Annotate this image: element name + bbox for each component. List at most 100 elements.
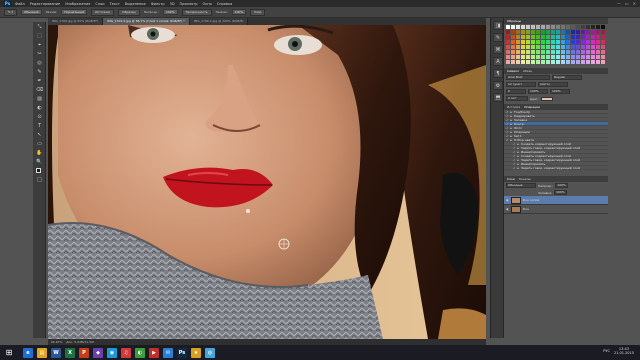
color-swatch[interactable] [561,40,565,44]
color-swatch[interactable] [566,30,570,34]
color-swatch[interactable] [541,55,545,59]
color-swatch[interactable] [546,40,550,44]
source-button[interactable]: Источник [91,8,115,16]
menu-select[interactable]: Выделение [125,2,146,6]
color-swatch[interactable] [536,45,540,49]
color-swatch[interactable] [516,35,520,39]
font-family-select[interactable]: Arial Bold [506,75,550,80]
color-swatch[interactable] [551,50,555,54]
start-button-icon[interactable]: ⊞ [3,347,15,359]
color-swatch[interactable] [596,35,600,39]
color-swatch[interactable] [556,45,560,49]
preset-field[interactable]: Обычный [20,9,42,15]
color-swatch[interactable] [576,35,580,39]
color-swatch[interactable] [561,45,565,49]
brush-panel-icon[interactable]: ✎ [493,33,503,42]
color-swatch[interactable] [576,60,580,64]
path-selection-tool-icon[interactable]: ↖ [35,132,44,139]
color-swatch[interactable] [521,45,525,49]
color-swatch[interactable] [536,25,540,29]
color-swatch[interactable] [546,35,550,39]
color-swatch[interactable] [506,45,510,49]
hand-tool-icon[interactable]: ✋ [35,150,44,157]
eraser-tool-icon[interactable]: ⌫ [35,87,44,94]
color-swatch[interactable] [576,30,580,34]
color-swatch[interactable] [546,60,550,64]
color-swatch[interactable] [511,50,515,54]
color-swatch[interactable] [506,35,510,39]
color-swatch[interactable] [576,55,580,59]
color-swatch[interactable] [521,60,525,64]
shape-tool-icon[interactable]: ▭ [35,141,44,148]
color-swatch[interactable] [581,30,585,34]
menu-window[interactable]: Окно [202,2,211,6]
layer-opacity-field[interactable]: 100% [555,183,568,188]
color-swatch[interactable] [596,50,600,54]
marquee-tool-icon[interactable]: ⬚ [35,33,44,40]
color-swatch[interactable] [581,45,585,49]
color-swatch[interactable] [551,30,555,34]
maximize-icon[interactable]: ▭ [625,1,629,6]
color-swatch[interactable] [506,40,510,44]
taskbar-app-icon[interactable]: ◐ [135,347,145,358]
brush-tool-icon[interactable]: ✎ [35,69,44,76]
taskbar-app-icon[interactable]: e [23,347,33,358]
quick-mask-icon[interactable]: □ [35,177,44,184]
color-swatch[interactable] [526,35,530,39]
color-swatch[interactable] [591,35,595,39]
color-swatch[interactable] [591,60,595,64]
font-size-field[interactable]: 12 пункт [506,82,536,87]
zoom-level[interactable]: 66.67% [51,340,62,344]
mode-select[interactable]: Нормальный [61,9,88,15]
color-swatch[interactable] [531,35,535,39]
color-swatch[interactable] [601,30,605,34]
color-swatch[interactable] [561,30,565,34]
color-swatch[interactable] [531,45,535,49]
opacity-field[interactable]: 100% [162,9,178,15]
color-swatch[interactable] [556,25,560,29]
color-swatch[interactable] [566,35,570,39]
expand-triangle-icon[interactable]: ▸ [511,138,513,142]
paragraph-panel-icon[interactable]: ¶ [493,69,503,78]
tab-channels[interactable]: Каналы [519,176,531,182]
color-swatch[interactable] [601,25,605,29]
horizontal-scale-field[interactable]: 100% [550,89,570,94]
color-swatch[interactable] [566,50,570,54]
taskbar-app-icon[interactable]: ✉ [163,347,173,358]
color-swatch[interactable] [581,55,585,59]
layer-row[interactable]: ◉ Фон копия [504,196,608,205]
tracking-field[interactable]: 0 [506,89,526,94]
color-swatch[interactable] [591,50,595,54]
color-swatch[interactable] [581,40,585,44]
color-swatch[interactable] [526,45,530,49]
color-swatch[interactable] [526,30,530,34]
color-swatch[interactable] [596,30,600,34]
color-swatch[interactable] [551,25,555,29]
clone-stamp-tool-icon[interactable]: ✒ [35,78,44,85]
color-swatch[interactable] [506,30,510,34]
color-swatch[interactable] [586,35,590,39]
color-swatch[interactable] [521,35,525,39]
color-swatch[interactable] [581,50,585,54]
color-swatch[interactable] [586,60,590,64]
color-swatch[interactable] [546,45,550,49]
color-swatch[interactable] [601,45,605,49]
color-swatch[interactable] [586,30,590,34]
menu-layers[interactable]: Слои [95,2,104,6]
color-swatch[interactable] [516,40,520,44]
color-swatch[interactable] [591,45,595,49]
menu-type[interactable]: Текст [110,2,120,6]
color-swatch[interactable] [601,50,605,54]
color-swatch[interactable] [511,25,515,29]
blur-tool-icon[interactable]: ⊙ [35,114,44,121]
color-swatch[interactable] [511,55,515,59]
menu-3d[interactable]: 3D [170,2,175,6]
color-swatch[interactable] [531,50,535,54]
taskbar-app-icon[interactable]: W [51,347,61,358]
color-swatch[interactable] [536,50,540,54]
color-swatch[interactable] [511,60,515,64]
pattern-button[interactable]: Узор [250,8,266,16]
color-swatch[interactable] [601,35,605,39]
color-swatch[interactable] [551,35,555,39]
color-swatch[interactable] [516,30,520,34]
